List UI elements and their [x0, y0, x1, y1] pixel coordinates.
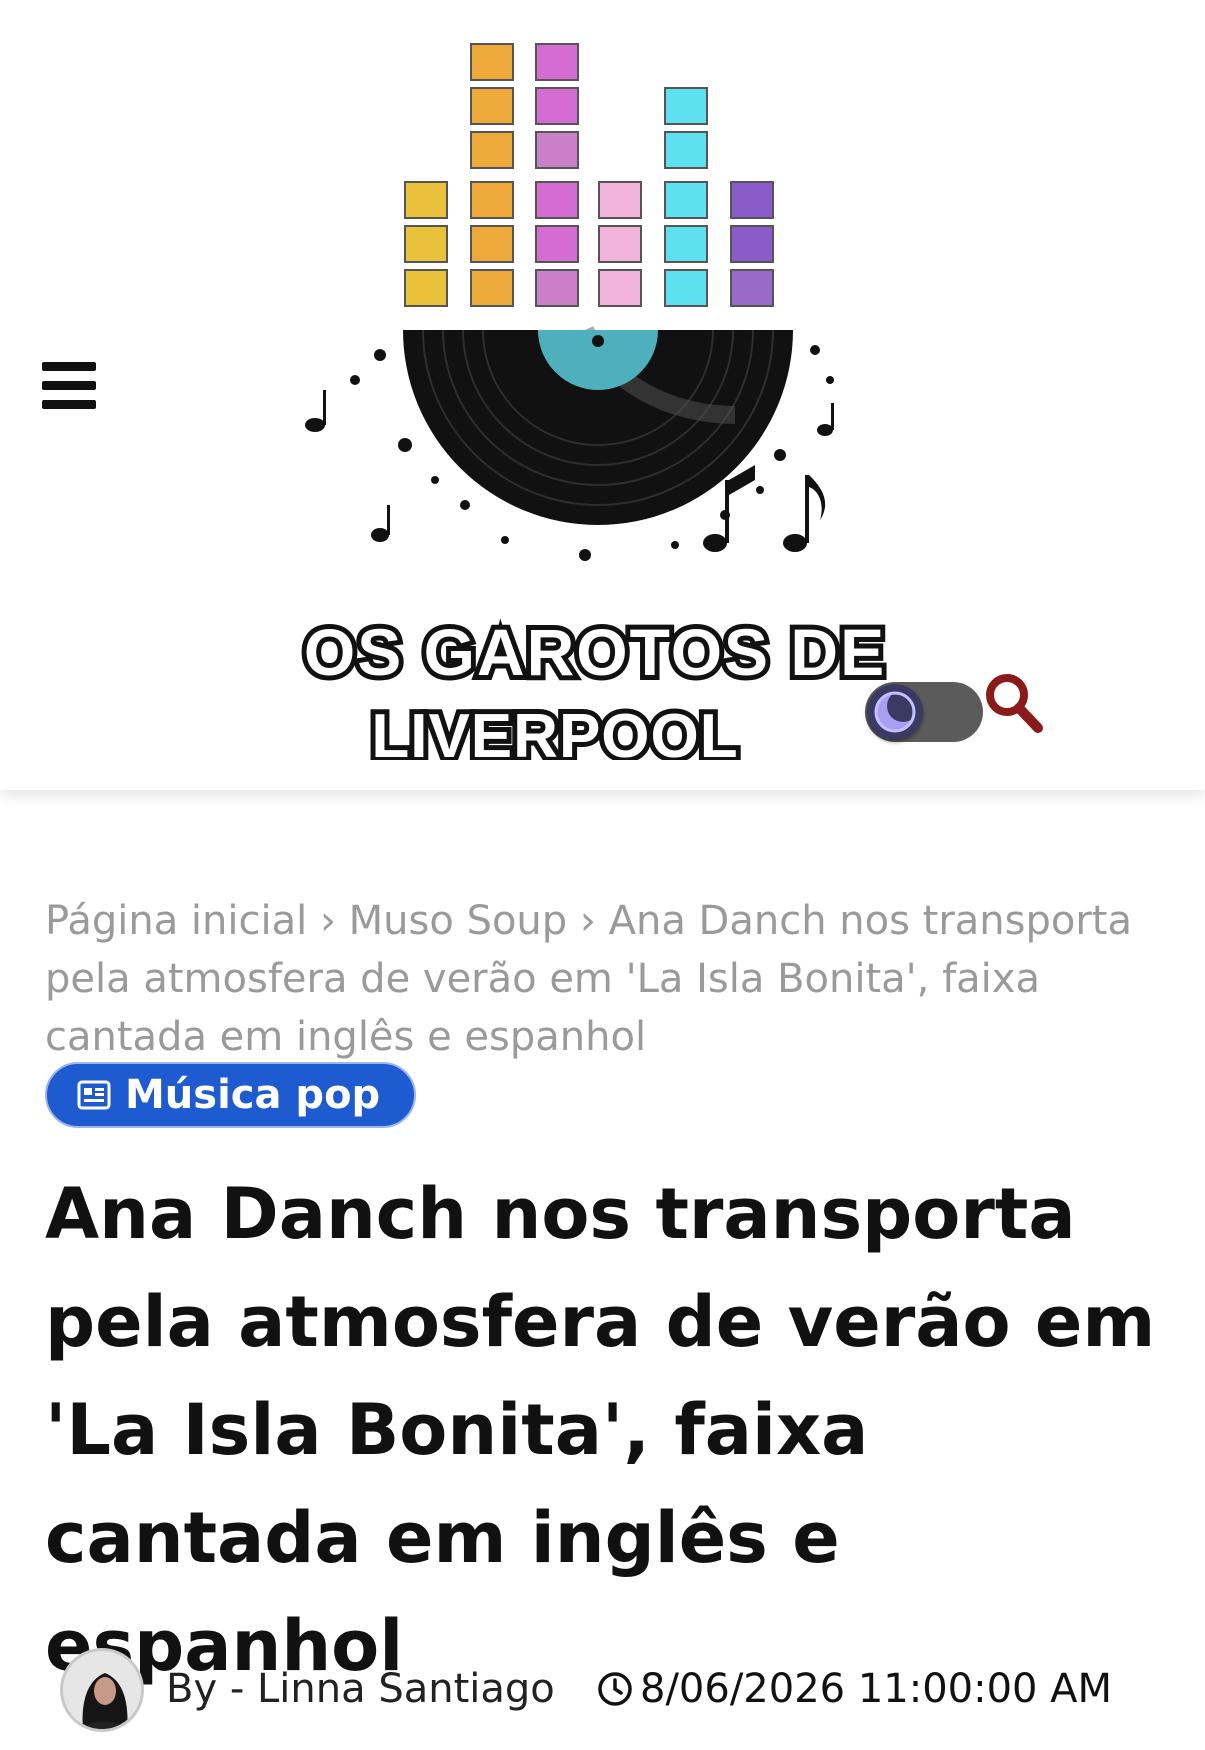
byline: By - Linna Santiago [166, 1666, 555, 1712]
site-logo[interactable]: OS GAROTOS DE LIVERPOOL [255, 35, 915, 760]
search-icon[interactable] [982, 670, 1044, 734]
by-label: By - [166, 1666, 245, 1712]
category-badge[interactable]: Música pop [45, 1062, 417, 1128]
category-label: Música pop [125, 1072, 381, 1118]
dark-mode-toggle[interactable] [865, 682, 983, 742]
site-header: OS GAROTOS DE LIVERPOOL [0, 0, 1205, 790]
publish-datetime: 8/06/2026 11:00:00 AM [640, 1666, 1113, 1712]
breadcrumb-item-home[interactable]: Página inicial [45, 898, 307, 944]
breadcrumb-separator: › [579, 898, 596, 944]
article-title: Ana Danch nos transporta pela atmosfera … [45, 1173, 1156, 1687]
breadcrumb-item-category[interactable]: Muso Soup [349, 898, 568, 944]
publish-date: 8/06/2026 11:00:00 AM [596, 1666, 1112, 1712]
breadcrumb: Página inicial › Muso Soup › Ana Danch n… [45, 892, 1155, 1066]
moon-icon [867, 684, 923, 740]
hamburger-menu-icon[interactable] [42, 362, 98, 412]
article-meta: By - Linna Santiago 8/06/2026 11:00:00 A… [60, 1648, 1180, 1738]
breadcrumb-separator: › [319, 898, 336, 944]
clock-icon [598, 1672, 632, 1706]
author-avatar[interactable] [60, 1648, 144, 1732]
newspaper-icon [77, 1080, 111, 1110]
logo-line1: OS GAROTOS DE [304, 615, 886, 689]
author-name[interactable]: Linna Santiago [257, 1666, 555, 1712]
logo-line2: LIVERPOOL [371, 702, 738, 760]
